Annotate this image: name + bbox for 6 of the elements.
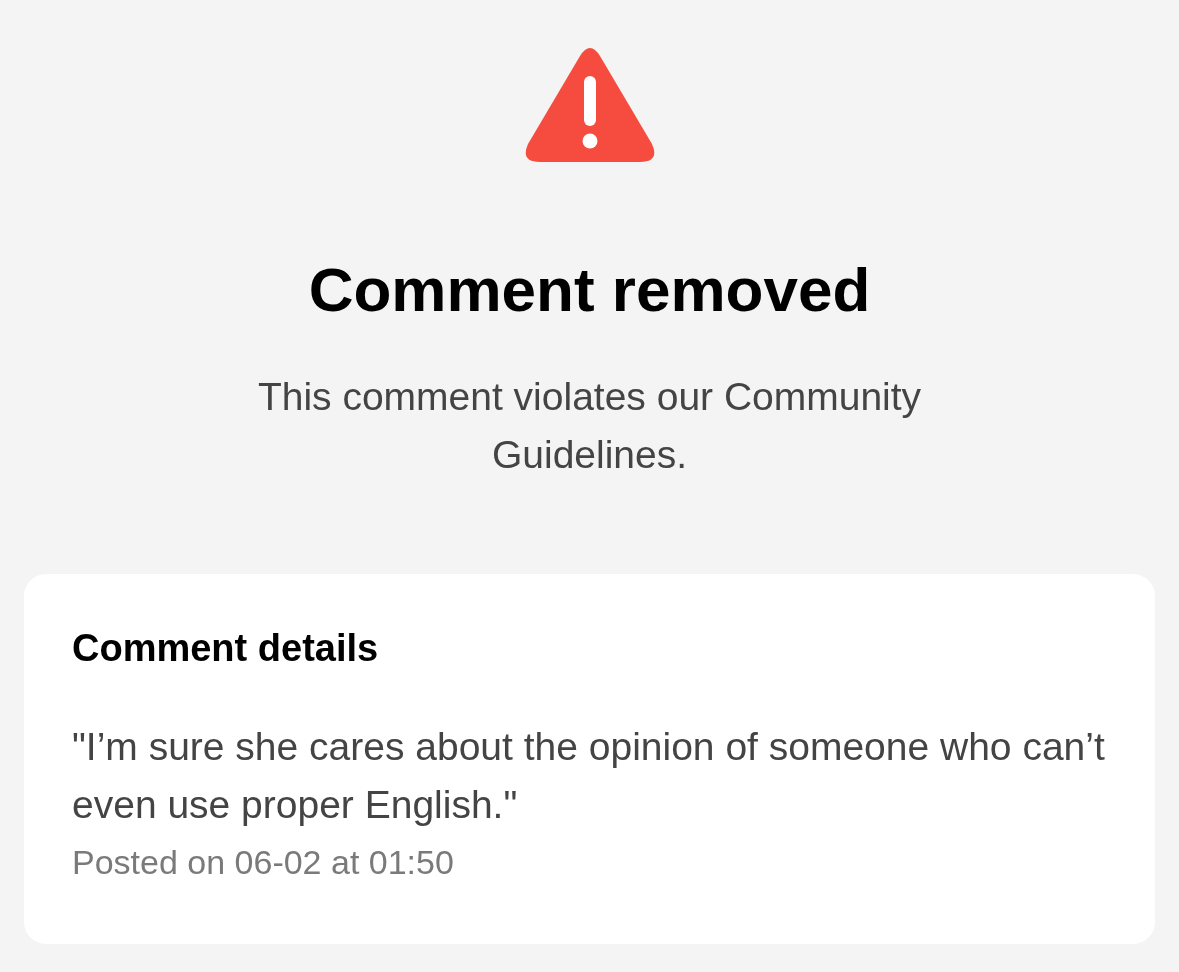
warning-icon — [523, 46, 656, 164]
comment-text: "I’m sure she cares about the opinion of someone who can’t even use proper English." — [72, 724, 1106, 828]
posted-time: Posted on 06-02 at 01:50 — [72, 842, 455, 883]
violation-message: This comment violates our Community Guidelines. — [256, 374, 923, 478]
page-title: Comment removed — [308, 254, 871, 326]
details-heading: Comment details — [72, 626, 380, 671]
